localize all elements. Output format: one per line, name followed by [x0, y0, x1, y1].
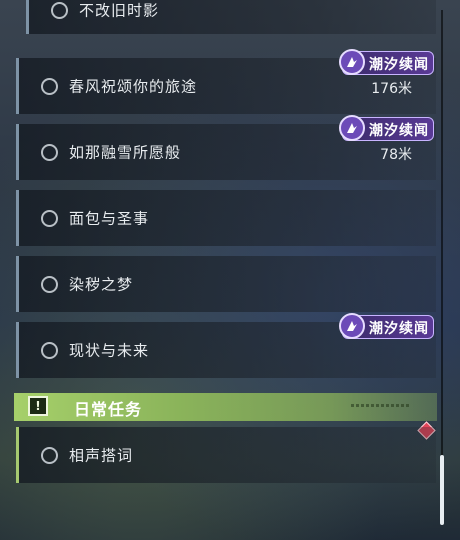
quest-item-1[interactable]: 春风祝颂你的旅途 潮汐续闻 176米 — [16, 49, 436, 114]
radio-circle-icon — [41, 342, 58, 359]
quest-title: 相声搭词 — [69, 446, 134, 465]
daily-section-header[interactable]: ! 日常任务 — [14, 393, 437, 421]
quest-title: 现状与未来 — [69, 341, 150, 360]
quest-item-0[interactable]: 不改旧时影 — [26, 0, 436, 34]
quest-title: 不改旧时影 — [79, 1, 160, 20]
tide-badge-icon — [339, 115, 365, 141]
daily-alert-icon: ! — [28, 396, 48, 416]
distance-label: 78米 — [380, 147, 412, 163]
tide-badge: 潮汐续闻 — [339, 313, 434, 339]
radio-circle-icon — [41, 144, 58, 161]
radio-circle-icon — [41, 78, 58, 95]
radio-circle-icon — [51, 2, 68, 19]
tide-badge-icon — [339, 313, 365, 339]
badge-label: 潮汐续闻 — [369, 57, 429, 73]
quest-item-5[interactable]: 现状与未来 潮汐续闻 — [16, 313, 436, 378]
radio-circle-icon — [41, 210, 58, 227]
quest-title: 如那融雪所愿般 — [69, 143, 182, 162]
daily-quest-item-0[interactable]: 相声搭词 — [16, 427, 436, 483]
tide-badge: 潮汐续闻 — [339, 115, 434, 141]
quest-item-2[interactable]: 如那融雪所愿般 潮汐续闻 78米 — [16, 115, 436, 180]
scrollbar-track[interactable] — [441, 10, 443, 525]
daily-section-title: 日常任务 — [74, 400, 143, 419]
tide-badge-icon — [339, 49, 365, 75]
badge-label: 潮汐续闻 — [369, 321, 429, 337]
distance-label: 176米 — [371, 81, 412, 97]
badge-label: 潮汐续闻 — [369, 123, 429, 139]
tide-badge: 潮汐续闻 — [339, 49, 434, 75]
quest-title: 染秽之梦 — [69, 275, 134, 294]
scrollbar-thumb[interactable] — [440, 455, 444, 525]
quest-item-3[interactable]: 面包与圣事 — [16, 190, 436, 246]
header-decoration — [351, 404, 411, 407]
radio-circle-icon — [41, 447, 58, 464]
quest-title: 面包与圣事 — [69, 209, 150, 228]
radio-circle-icon — [41, 276, 58, 293]
quest-title: 春风祝颂你的旅途 — [69, 77, 198, 96]
quest-item-4[interactable]: 染秽之梦 — [16, 256, 436, 312]
